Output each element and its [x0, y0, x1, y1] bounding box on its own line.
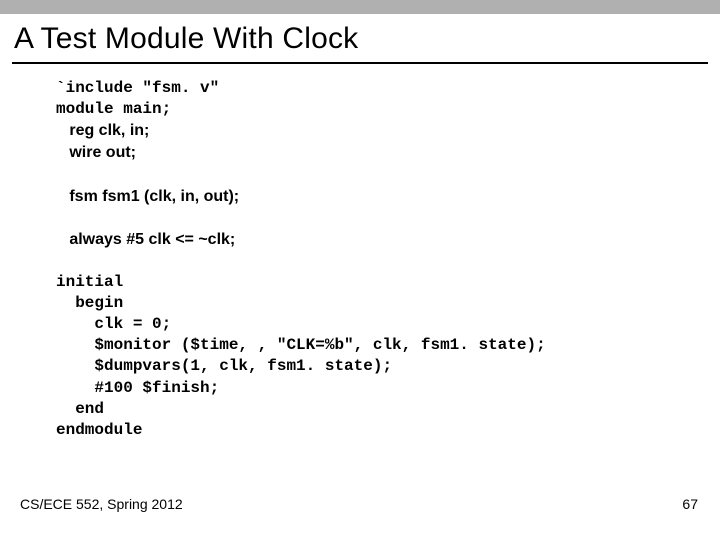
code-block: `include "fsm. v" module main; reg clk, …	[56, 78, 546, 441]
title-underline	[12, 62, 708, 64]
code-blank	[56, 165, 66, 183]
code-line: $monitor ($time, , "CLK=%b", clk, fsm1. …	[56, 336, 546, 354]
code-line: `include "fsm. v"	[56, 79, 219, 97]
code-line: #100 $finish;	[56, 379, 219, 397]
code-line: endmodule	[56, 421, 142, 439]
code-line: fsm fsm1 (clk, in, out);	[56, 188, 239, 205]
code-line: module main;	[56, 100, 171, 118]
slide-title: A Test Module With Clock	[14, 22, 358, 56]
footer-left: CS/ECE 552, Spring 2012	[20, 496, 183, 512]
code-blank	[56, 252, 66, 270]
code-line: wire out;	[56, 144, 136, 161]
code-line: initial	[56, 273, 123, 291]
code-line: always #5 clk <= ~clk;	[56, 231, 235, 248]
code-line: $dumpvars(1, clk, fsm1. state);	[56, 357, 392, 375]
top-bar	[0, 0, 720, 14]
code-line: clk = 0;	[56, 315, 171, 333]
page-number: 67	[682, 496, 698, 512]
code-line: reg clk, in;	[56, 122, 149, 139]
code-blank	[56, 209, 66, 227]
slide: A Test Module With Clock `include "fsm. …	[0, 0, 720, 540]
code-line: end	[56, 400, 104, 418]
code-line: begin	[56, 294, 123, 312]
